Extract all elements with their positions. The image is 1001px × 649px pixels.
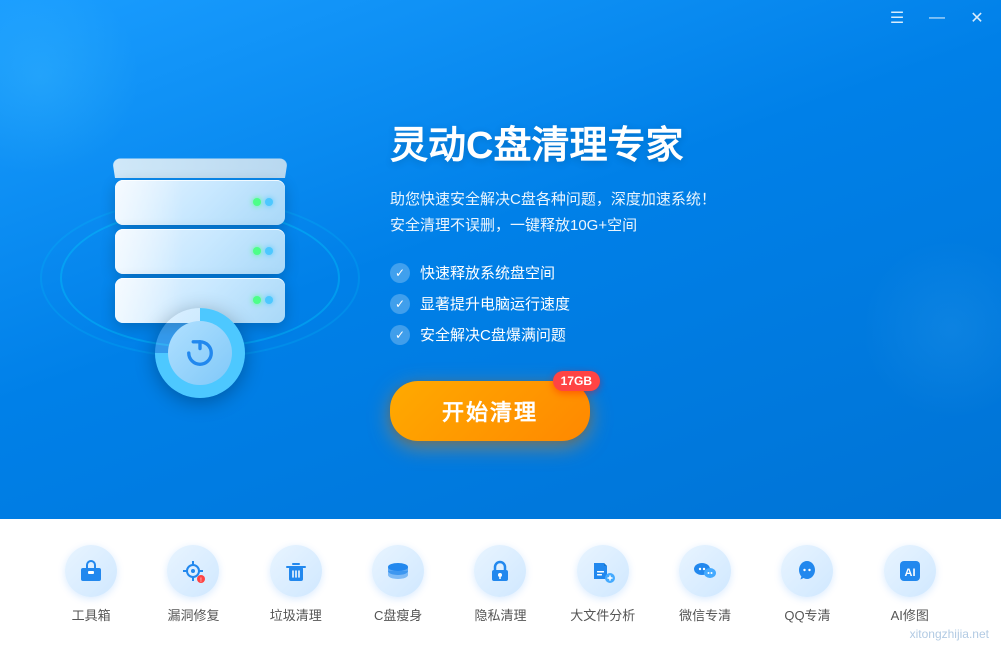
wechat-icon — [691, 557, 719, 585]
toolbox-icon — [77, 557, 105, 585]
tool-item-toolbox[interactable]: 工具箱 — [51, 545, 131, 624]
feature-text-3: 安全解决C盘爆满问题 — [420, 324, 566, 345]
server-illustration — [80, 128, 320, 428]
text-content: 灵动C盘清理专家 助您快速安全解决C盘各种问题，深度加速系统！ 安全清理不误删，… — [370, 114, 941, 441]
led-blue — [265, 198, 273, 206]
qq-icon-wrap — [781, 545, 833, 597]
app-subtitle: 助您快速安全解决C盘各种问题，深度加速系统！ 安全清理不误删，一键释放10G+空… — [390, 187, 941, 238]
tool-item-ai[interactable]: AI AI修图 — [870, 545, 950, 624]
toolbox-label: 工具箱 — [72, 605, 111, 624]
slim-icon-wrap — [372, 545, 424, 597]
tool-item-slim[interactable]: C盘瘦身 — [358, 545, 438, 624]
tool-item-bigfile[interactable]: 大文件分析 — [563, 545, 643, 624]
qq-label: QQ专清 — [784, 605, 830, 624]
qq-icon — [793, 557, 821, 585]
server-unit-1 — [115, 180, 285, 225]
led-blue-2 — [265, 247, 273, 255]
clean-icon-wrap — [270, 545, 322, 597]
clean-label: 垃圾清理 — [270, 605, 322, 624]
ai-icon: AI — [896, 557, 924, 585]
slim-label: C盘瘦身 — [374, 605, 422, 624]
feature-item-2: ✓ 显著提升电脑运行速度 — [390, 293, 941, 314]
app-title: 灵动C盘清理专家 — [390, 114, 941, 169]
server-top — [112, 158, 288, 177]
repair-icon: ! — [179, 557, 207, 585]
privacy-icon — [486, 557, 514, 585]
feature-text-1: 快速释放系统盘空间 — [420, 262, 555, 283]
minimize-button[interactable]: — — [925, 6, 949, 30]
check-icon-3: ✓ — [390, 325, 410, 345]
subtitle-line2: 安全清理不误删，一键释放10G+空间 — [390, 213, 941, 239]
tool-item-wechat[interactable]: 微信专清 — [665, 545, 745, 624]
bottom-toolbar: 工具箱 ! 漏洞修复 — [0, 519, 1001, 649]
tool-item-qq[interactable]: QQ专清 — [767, 545, 847, 624]
illustration-area — [30, 88, 370, 468]
server-unit-2 — [115, 229, 285, 274]
toolbox-icon-wrap — [65, 545, 117, 597]
main-content: 灵动C盘清理专家 助您快速安全解决C盘各种问题，深度加速系统！ 安全清理不误删，… — [0, 36, 1001, 519]
svg-text:AI: AI — [904, 567, 915, 579]
start-btn-container: 17GB 开始清理 — [390, 381, 590, 441]
ai-label: AI修图 — [891, 605, 929, 624]
privacy-icon-wrap — [474, 545, 526, 597]
led-green-3 — [253, 296, 261, 304]
wechat-label: 微信专清 — [679, 605, 731, 624]
refresh-icon — [182, 335, 218, 371]
subtitle-line1: 助您快速安全解决C盘各种问题，深度加速系统！ — [390, 187, 941, 213]
repair-icon-wrap: ! — [167, 545, 219, 597]
privacy-label: 隐私清理 — [474, 605, 526, 624]
progress-circle — [155, 308, 245, 398]
progress-inner — [168, 321, 232, 385]
led-green — [253, 198, 261, 206]
feature-item-3: ✓ 安全解决C盘爆满问题 — [390, 324, 941, 345]
bigfile-icon — [589, 557, 617, 585]
tool-item-clean[interactable]: 垃圾清理 — [256, 545, 336, 624]
close-button[interactable]: ✕ — [965, 6, 989, 30]
repair-label: 漏洞修复 — [167, 605, 219, 624]
server-progress — [155, 308, 245, 398]
check-icon-2: ✓ — [390, 294, 410, 314]
tool-item-repair[interactable]: ! 漏洞修复 — [153, 545, 233, 624]
slim-icon — [384, 557, 412, 585]
title-bar: ☰ — ✕ — [0, 0, 1001, 36]
led-blue-3 — [265, 296, 273, 304]
feature-list: ✓ 快速释放系统盘空间 ✓ 显著提升电脑运行速度 ✓ 安全解决C盘爆满问题 — [390, 262, 941, 345]
bigfile-icon-wrap — [577, 545, 629, 597]
bigfile-label: 大文件分析 — [570, 605, 635, 624]
wechat-icon-wrap — [679, 545, 731, 597]
server-stack — [110, 158, 290, 327]
clean-icon — [282, 557, 310, 585]
tool-item-privacy[interactable]: 隐私清理 — [460, 545, 540, 624]
check-icon-1: ✓ — [390, 263, 410, 283]
feature-text-2: 显著提升电脑运行速度 — [420, 293, 570, 314]
ai-icon-wrap: AI — [884, 545, 936, 597]
feature-item-1: ✓ 快速释放系统盘空间 — [390, 262, 941, 283]
gb-badge: 17GB — [553, 371, 600, 391]
led-green-2 — [253, 247, 261, 255]
menu-button[interactable]: ☰ — [885, 6, 909, 30]
app-window: ☰ — ✕ — [0, 0, 1001, 649]
